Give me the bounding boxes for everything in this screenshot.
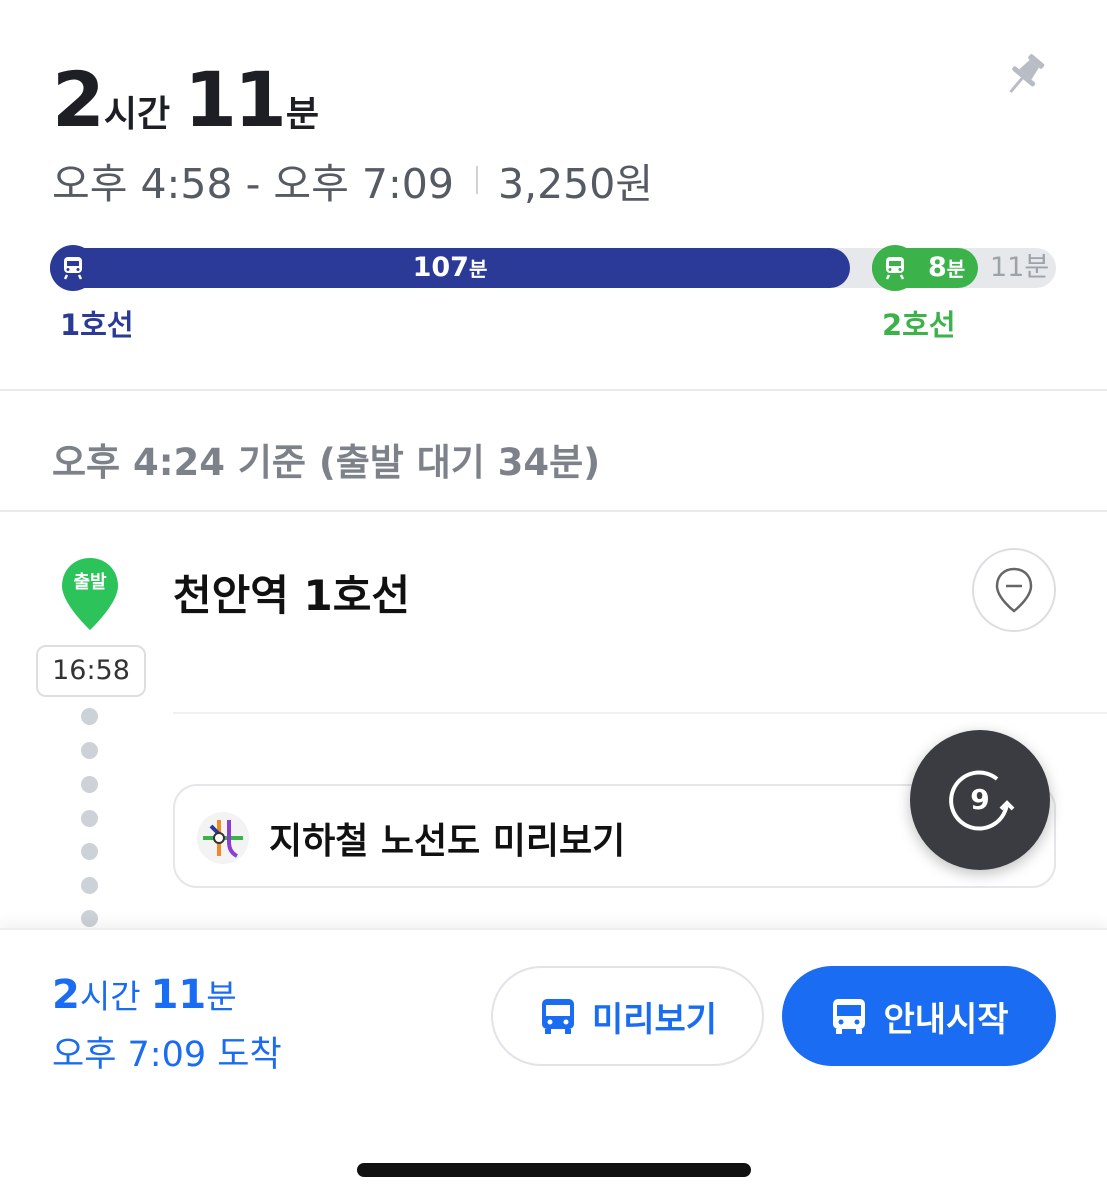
timeline-dot (81, 877, 98, 894)
bottom-minutes-unit: 분 (206, 977, 237, 1016)
basis-time: 오후 4:24 기준 (출발 대기 34분) (52, 441, 601, 484)
subway-map-preview-label: 지하철 노선도 미리보기 (269, 821, 626, 862)
timeline-dot (81, 910, 98, 927)
separator (475, 166, 478, 194)
refresh-button[interactable]: 9 (910, 730, 1050, 870)
segment2-unit: 분 (946, 257, 966, 281)
fare: 3,250원 (497, 160, 654, 208)
segment2-minutes: 8 (928, 252, 947, 283)
subway-map-icon (197, 812, 249, 864)
total-duration: 2 시간 11 분 (52, 62, 333, 138)
bus-icon (833, 999, 866, 1034)
timeline-dot (81, 843, 98, 860)
time-range-row: 오후 4:58 - 오후 7:09 3,250원 (52, 150, 653, 210)
walk-duration: 11분 (990, 252, 1050, 283)
divider (0, 510, 1107, 512)
duration-hours-unit: 시간 (103, 94, 171, 135)
station-name[interactable]: 천안역 1호선 (173, 562, 410, 623)
segment1-duration: 107분 (50, 248, 850, 289)
bottom-hours-unit: 시간 (79, 977, 141, 1016)
bus-icon (541, 999, 574, 1034)
refresh-countdown: 9 (970, 783, 990, 816)
preview-label: 미리보기 (591, 999, 718, 1040)
depart-time: 16:58 (36, 645, 146, 697)
timeline-dot (81, 776, 98, 793)
time-range: 오후 4:58 - 오후 7:09 (52, 160, 454, 208)
preview-button[interactable]: 미리보기 (491, 966, 764, 1066)
pin-icon[interactable] (998, 50, 1050, 102)
duration-minutes-unit: 분 (285, 94, 320, 135)
bottom-action-bar: 2 시간 11 분 오후 7:09 도착 미리보기 안내시작 (0, 928, 1107, 1200)
arrival-time: 오후 7:09 도착 (52, 1035, 282, 1075)
start-navigation-label: 안내시작 (883, 999, 1009, 1040)
home-indicator[interactable] (357, 1163, 751, 1177)
bottom-duration: 2 시간 11 분 (52, 970, 247, 1018)
divider (0, 389, 1107, 391)
bottom-hours: 2 (52, 972, 80, 1018)
line2-label: 2호선 (882, 308, 956, 342)
bottom-minutes: 11 (150, 972, 207, 1018)
timeline-dot (81, 742, 98, 759)
segment1-unit: 분 (468, 257, 488, 281)
segment1-minutes: 107 (412, 252, 469, 283)
duration-minutes: 11 (184, 55, 287, 144)
location-pin-button[interactable] (972, 548, 1056, 632)
location-pin-icon (995, 567, 1033, 613)
route-summary: 2 시간 11 분 오후 4:58 - 오후 7:09 3,250원 107분 … (0, 0, 1107, 390)
start-navigation-button[interactable]: 안내시작 (782, 966, 1056, 1066)
origin-badge: 출발 (73, 572, 107, 593)
duration-hours: 2 (52, 55, 105, 144)
timeline-dot (81, 708, 98, 725)
route-timeline-bar: 107분 8분 11분 (50, 245, 1056, 291)
line1-label: 1호선 (60, 308, 134, 342)
divider (173, 712, 1107, 714)
timeline-dot (81, 810, 98, 827)
train-icon (872, 245, 918, 291)
train-icon (50, 245, 96, 291)
segment2-duration: 8분 (928, 248, 965, 289)
